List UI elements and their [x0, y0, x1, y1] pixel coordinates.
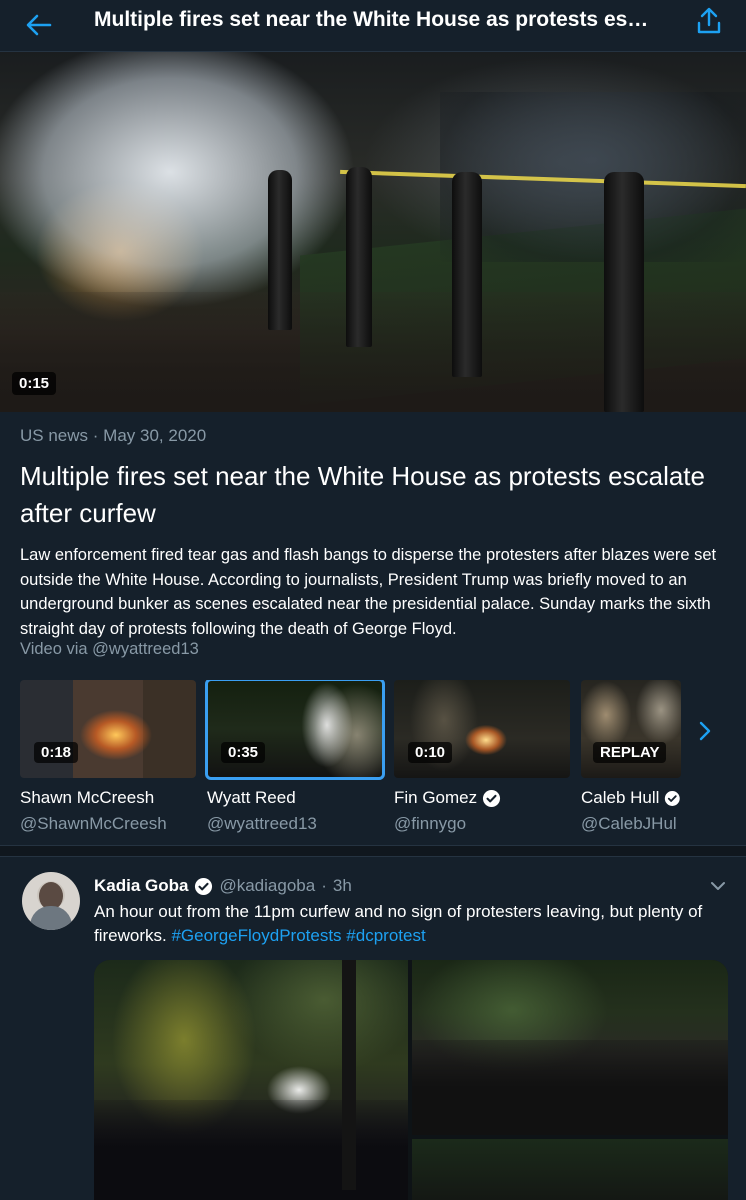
video-author-handle: @ShawnMcCreesh	[20, 814, 167, 833]
moment-category: US news	[20, 426, 89, 445]
video-author-name: Wyatt Reed	[207, 788, 296, 807]
arrow-left-icon	[26, 14, 52, 36]
video-carousel: 0:18 Shawn McCreesh @ShawnMcCreesh 0:35 …	[0, 680, 746, 840]
moment-description: Law enforcement fired tear gas and flash…	[20, 546, 717, 638]
video-author-name: Fin Gomez	[394, 788, 478, 807]
hero-video[interactable]: 0:15	[0, 52, 746, 412]
bollard	[346, 167, 372, 347]
video-author-handle: @wyattreed13	[207, 814, 317, 833]
share-icon	[697, 7, 721, 34]
video-duration-badge: 0:18	[34, 742, 79, 763]
moment-meta: US news · May 30, 2020	[20, 426, 206, 446]
hashtag-link[interactable]: #GeorgeFloydProtests	[171, 926, 341, 945]
video-author-name: Shawn McCreesh	[20, 788, 155, 807]
tweet-photo[interactable]	[412, 960, 728, 1135]
carousel-next-button[interactable]	[690, 716, 720, 746]
video-replay-badge: REPLAY	[593, 742, 667, 763]
tweet-text: An hour out from the 11pm curfew and no …	[94, 900, 734, 948]
tweet-time[interactable]: 3h	[333, 876, 352, 896]
top-bar: Multiple fires set near the White House …	[0, 0, 746, 52]
video-thumbnail[interactable]: 0:18	[20, 680, 196, 778]
tweet-author-name[interactable]: Kadia Goba	[94, 876, 188, 896]
tweet-meta-separator: ·	[321, 876, 327, 895]
chevron-down-icon[interactable]	[708, 876, 728, 896]
tweet-author-handle[interactable]: @kadiagoba	[219, 876, 315, 896]
tweet-header: Kadia Goba @kadiagoba · 3h	[94, 876, 352, 896]
carousel-card[interactable]: 0:18 Shawn McCreesh @ShawnMcCreesh	[20, 680, 196, 834]
video-author-handle: @finnygo	[394, 814, 467, 833]
video-thumbnail[interactable]: 0:10	[394, 680, 570, 778]
video-thumbnail[interactable]: 0:35	[205, 680, 385, 780]
carousel-card[interactable]: 0:10 Fin Gomez @finnygo	[394, 680, 570, 834]
video-attribution[interactable]: Video via @wyattreed13	[20, 640, 199, 659]
video-author-name: Caleb Hull	[581, 788, 660, 807]
share-button[interactable]	[694, 6, 724, 36]
tweet-photo[interactable]	[412, 1139, 728, 1200]
video-thumbnail[interactable]: REPLAY	[581, 680, 681, 778]
chevron-right-icon	[699, 721, 711, 741]
verified-badge-icon	[665, 790, 681, 806]
carousel-card[interactable]: REPLAY Caleb Hull @CalebJHul	[581, 680, 681, 834]
video-duration: 0:15	[12, 372, 57, 395]
verified-badge-icon	[483, 789, 501, 807]
carousel-card-selected[interactable]: 0:35 Wyatt Reed @wyattreed13	[205, 680, 385, 834]
meta-separator: ·	[92, 426, 99, 445]
moment-title: Multiple fires set near the White House …	[20, 461, 705, 528]
bollard	[268, 170, 292, 330]
tweet-photo[interactable]	[94, 960, 408, 1200]
bollard	[604, 172, 644, 412]
back-button[interactable]	[24, 10, 54, 40]
hashtag-link[interactable]: #dcprotest	[346, 926, 425, 945]
verified-badge-icon	[195, 877, 213, 895]
moment-date: May 30, 2020	[103, 426, 207, 445]
section-divider	[0, 845, 746, 857]
tweet-media-grid	[94, 960, 728, 1200]
tweet[interactable]: Kadia Goba @kadiagoba · 3h An hour out f…	[0, 858, 746, 1200]
page-title: Multiple fires set near the White House …	[94, 8, 649, 31]
video-author-handle: @CalebJHul	[581, 814, 677, 833]
video-duration-badge: 0:35	[221, 742, 266, 763]
video-duration-badge: 0:10	[408, 742, 453, 763]
avatar[interactable]	[22, 872, 80, 930]
bollard	[452, 172, 482, 377]
